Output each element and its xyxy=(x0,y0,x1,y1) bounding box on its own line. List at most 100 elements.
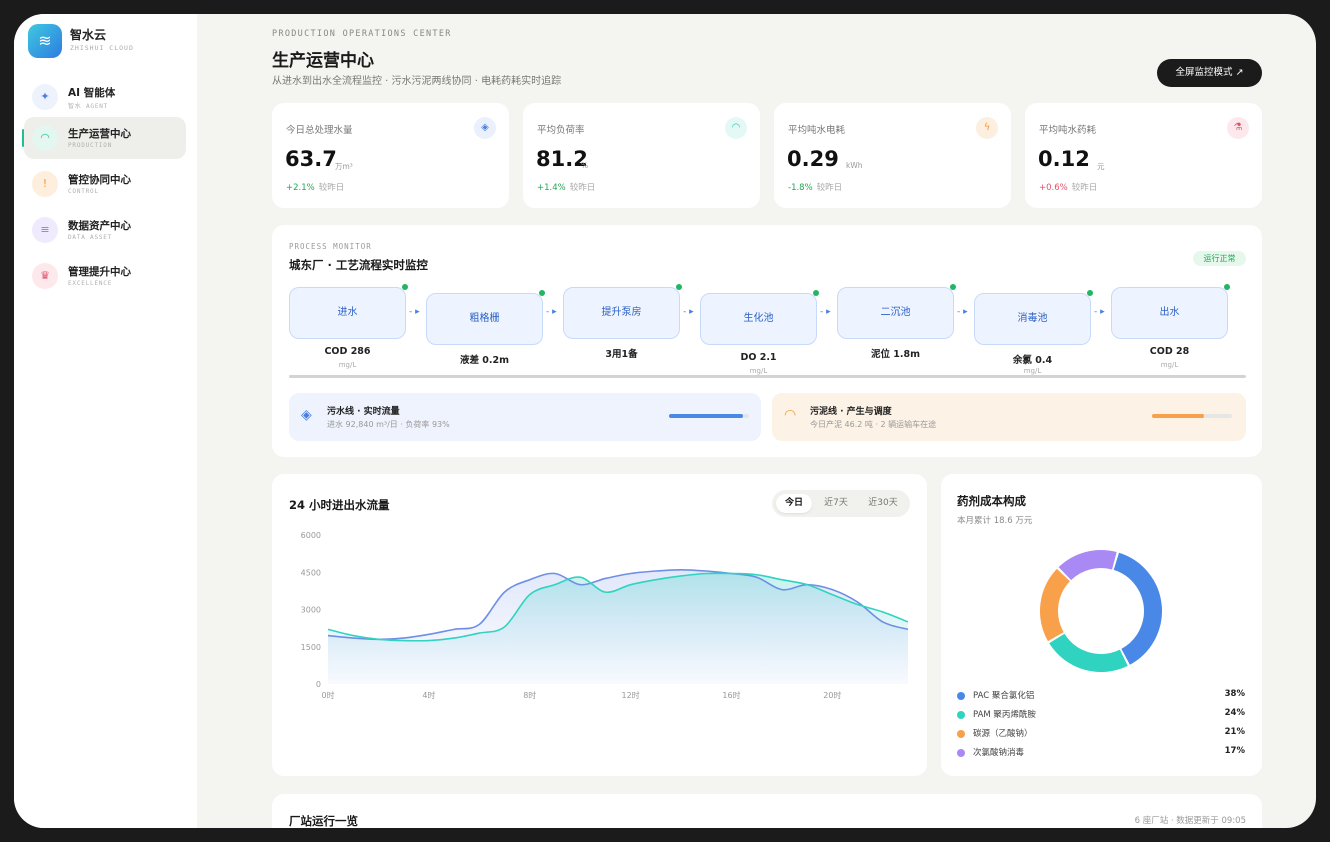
fullscreen-monitor-button[interactable]: 全屏监控模式 ↗ xyxy=(1157,59,1262,87)
process-overline: PROCESS MONITOR xyxy=(289,242,372,251)
sidebar-item-1[interactable]: ✦ AI 智能体 智水 AGENT xyxy=(24,76,186,118)
kpi-value: 0.12 xyxy=(1038,147,1090,171)
legend-label: PAC 聚合氯化铝 xyxy=(973,691,1035,701)
stage-status-dot xyxy=(813,290,819,296)
kpi-unit: 元 xyxy=(1097,162,1105,171)
kpi-card[interactable]: 平均吨水电耗 ϟ 0.29 kWh -1.8% 较昨日 xyxy=(774,103,1011,208)
legend-item: 碳源（乙酸钠） 21% xyxy=(957,727,1245,741)
y-tick-label: 1500 xyxy=(301,643,321,652)
legend-dot xyxy=(957,730,965,738)
kpi-card[interactable]: 平均吨水药耗 ⚗ 0.12 元 +0.6% 较昨日 xyxy=(1025,103,1262,208)
legend-label: 碳源（乙酸钠） xyxy=(973,729,1033,739)
stage-unit: mg/L xyxy=(1023,367,1042,375)
sidebar-item-3[interactable]: ! 管控协同中心 CONTROL xyxy=(24,163,186,205)
stage-metric: 液差 0.2m xyxy=(459,355,510,366)
donut-slice[interactable] xyxy=(1113,552,1162,665)
x-tick-label: 4时 xyxy=(422,690,435,700)
donut-slice[interactable] xyxy=(1049,633,1128,672)
stage-metric: COD 286 xyxy=(324,346,371,357)
sewage-line-subtitle: 进水 92,840 m³/日 · 负荷率 93% xyxy=(327,420,450,429)
legend-percent: 17% xyxy=(1224,746,1245,756)
kpi-card[interactable]: 今日总处理水量 ◈ 63.7 万m³ +2.1% 较昨日 xyxy=(272,103,509,208)
sidebar-item-sublabel: 智水 AGENT xyxy=(68,103,109,110)
sidebar-item-5[interactable]: ♛ 管理提升中心 EXCELLENCE xyxy=(24,255,186,297)
sidebar: ≋ 智水云 ZHISHUI CLOUD ✦ AI 智能体 智水 AGENT ◠ 生产运营… xyxy=(14,14,197,828)
sidebar-item-sublabel: PRODUCTION xyxy=(68,142,113,149)
stage-status-dot xyxy=(676,284,682,290)
flow-arrow-icon: - ▸ xyxy=(820,307,831,317)
process-stage[interactable]: 生化池 xyxy=(700,293,817,345)
kpi-change-value: +0.6% xyxy=(1039,183,1068,193)
sidebar-item-sublabel: CONTROL xyxy=(68,188,99,195)
cost-composition-card: 药剂成本构成 本月累计 18.6 万元 PAC 聚合氯化铝 38% PAM 聚丙烯酰… xyxy=(941,474,1262,776)
stations-meta: 6 座厂站 · 数据更新于 09:05 xyxy=(1134,816,1246,826)
y-tick-label: 4500 xyxy=(301,568,321,577)
stage-metric: 余氯 0.4 xyxy=(1012,355,1053,366)
flow-chart-card: 24 小时进出水流量 今日 近7天 近30天 0 1500 3000 4500 6000… xyxy=(272,474,927,776)
process-stage[interactable]: 提升泵房 xyxy=(563,287,680,339)
process-stage[interactable]: 出水 xyxy=(1111,287,1228,339)
sidebar-item-sublabel: EXCELLENCE xyxy=(68,280,113,287)
legend-label: 次氯酸钠消毒 xyxy=(973,748,1025,758)
process-stage[interactable]: 二沉池 xyxy=(837,287,954,339)
legend-dot xyxy=(957,711,965,719)
legend-label: PAM 聚丙烯酰胺 xyxy=(973,710,1036,720)
process-stage[interactable]: 消毒池 xyxy=(974,293,1091,345)
kpi-value: 0.29 xyxy=(787,147,839,171)
process-title: 城东厂 · 工艺流程实时监控 xyxy=(289,258,428,272)
y-tick-label: 6000 xyxy=(301,531,321,540)
sludge-line-subtitle: 今日产泥 46.2 吨 · 2 辆运输车在途 xyxy=(810,420,937,429)
kpi-label: 平均负荷率 xyxy=(537,125,585,136)
bolt-icon: ϟ xyxy=(976,117,998,139)
process-monitor-card: PROCESS MONITOR 城东厂 · 工艺流程实时监控 运行正常 ◈ 污水… xyxy=(272,225,1262,457)
sidebar-item-2[interactable]: ◠ 生产运营中心 PRODUCTION xyxy=(22,117,186,159)
sparkle-icon: ✦ xyxy=(32,84,58,110)
kpi-change: +2.1% 较昨日 xyxy=(286,181,344,193)
brand-name: 智水云 xyxy=(70,28,107,42)
stage-status-dot xyxy=(950,284,956,290)
droplet-icon: ◈ xyxy=(474,117,496,139)
stage-unit: mg/L xyxy=(749,367,768,375)
sludge-line-title: 污泥线 · 产生与调度 xyxy=(810,407,892,417)
flow-arrow-icon: - ▸ xyxy=(957,307,968,317)
kpi-change-value: +2.1% xyxy=(286,183,315,193)
legend-item: 次氯酸钠消毒 17% xyxy=(957,746,1245,760)
legend-dot xyxy=(957,692,965,700)
y-tick-label: 3000 xyxy=(301,606,321,615)
sidebar-item-sublabel: DATA ASSET xyxy=(68,234,113,241)
kpi-change-value: +1.4% xyxy=(537,183,566,193)
donut-slice[interactable] xyxy=(1058,550,1117,581)
gauge-icon: ◠ xyxy=(725,117,747,139)
x-tick-label: 12时 xyxy=(622,690,640,700)
page-overline: PRODUCTION OPERATIONS CENTER xyxy=(272,29,452,39)
cost-title: 药剂成本构成 xyxy=(957,494,1026,508)
kpi-card[interactable]: 平均负荷率 ◠ 81.2% +1.4% 较昨日 xyxy=(523,103,760,208)
sidebar-item-label: 管控协同中心 xyxy=(68,174,131,186)
donut-slice[interactable] xyxy=(1040,568,1071,642)
legend-item: PAM 聚丙烯酰胺 24% xyxy=(957,708,1245,722)
x-tick-label: 16时 xyxy=(722,690,740,700)
process-stage[interactable]: 粗格栅 xyxy=(426,293,543,345)
sewage-progress-fill xyxy=(669,414,744,418)
legend-dot xyxy=(957,749,965,757)
sewage-line-title: 污水线 · 实时流量 xyxy=(327,407,400,417)
kpi-change: +0.6% 较昨日 xyxy=(1039,181,1097,193)
x-tick-label: 20时 xyxy=(823,690,841,700)
sidebar-item-4[interactable]: ≡ 数据资产中心 DATA ASSET xyxy=(24,209,186,251)
sludge-line-panel[interactable]: ◠ 污泥线 · 产生与调度 今日产泥 46.2 吨 · 2 辆运输车在途 xyxy=(772,393,1246,441)
sludge-progress-fill xyxy=(1152,414,1204,418)
kpi-change-compare: 较昨日 xyxy=(318,183,345,193)
stage-metric: 泥位 1.8m xyxy=(870,349,921,360)
brand-subtitle: ZHISHUI CLOUD xyxy=(70,44,134,52)
gauge-icon: ◠ xyxy=(784,407,797,423)
sludge-progress-track xyxy=(1152,414,1232,418)
stations-title: 厂站运行一览 xyxy=(289,814,358,828)
sidebar-item-label: 管理提升中心 xyxy=(68,266,131,278)
stage-unit: mg/L xyxy=(338,361,357,369)
sewage-line-panel[interactable]: ◈ 污水线 · 实时流量 进水 92,840 m³/日 · 负荷率 93% xyxy=(289,393,761,441)
legend-percent: 21% xyxy=(1224,727,1245,737)
app-window: ≋ 智水云 ZHISHUI CLOUD ✦ AI 智能体 智水 AGENT ◠ 生产运营… xyxy=(14,14,1316,828)
y-tick-label: 0 xyxy=(316,680,321,689)
process-stage[interactable]: 进水 xyxy=(289,287,406,339)
kpi-change-compare: 较昨日 xyxy=(569,183,596,193)
